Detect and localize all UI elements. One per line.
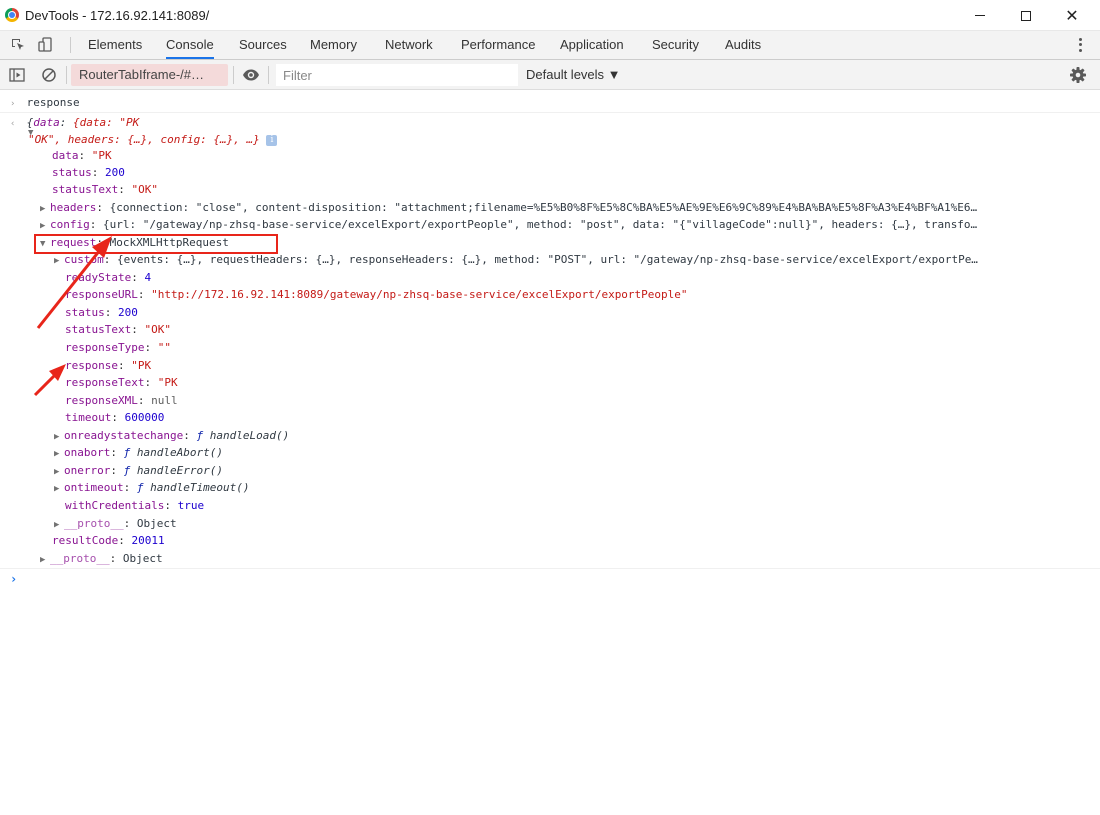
triangle-right-icon: ▶ (40, 552, 50, 567)
tab-console[interactable]: Console (166, 31, 214, 59)
prop-req-status: status: 200 (65, 304, 138, 321)
more-options-icon[interactable] (1074, 37, 1086, 53)
close-icon: ✕ (1065, 8, 1078, 24)
triangle-right-icon: ▶ (54, 517, 64, 532)
prop-withcredentials: withCredentials: true (65, 497, 204, 514)
summary-text-2: "OK", headers: {…}, config: {…}, …} (28, 133, 260, 146)
toolbar-separator (66, 66, 67, 84)
minimize-button[interactable] (957, 0, 1003, 31)
filter-input[interactable] (276, 64, 518, 86)
prop-proto-outer[interactable]: ▶ __proto__: Object (40, 550, 163, 567)
entry-separator (0, 112, 1100, 113)
prop-statustext: statusText: "OK" (52, 181, 158, 198)
summary-line-2: "OK", headers: {…}, config: {…}, …} (28, 133, 260, 146)
input-chevron-icon: › (10, 96, 20, 111)
triangle-right-icon: ▶ (54, 429, 64, 444)
tab-elements[interactable]: Elements (88, 31, 142, 59)
result-summary-cont[interactable]: "OK", headers: {…}, config: {…}, …} i (28, 131, 277, 148)
log-levels-dropdown[interactable]: Default levels ▼ (526, 67, 621, 82)
tab-audits[interactable]: Audits (725, 31, 761, 59)
triangle-right-icon: ▶ (54, 446, 64, 461)
device-toolbar-icon[interactable] (38, 37, 54, 53)
tab-network[interactable]: Network (385, 31, 433, 59)
prop-onabort[interactable]: ▶ onabort: ƒ handleAbort() (54, 444, 223, 461)
prop-responsetext: responseText: "PK       ÓQ   _rels/.re… (65, 374, 1072, 391)
chrome-logo-icon (5, 8, 19, 22)
triangle-right-icon: ▶ (54, 253, 64, 268)
tab-application[interactable]: Application (560, 31, 624, 59)
prop-onerror[interactable]: ▶ onerror: ƒ handleError() (54, 462, 223, 479)
live-expression-eye-icon[interactable] (242, 67, 260, 83)
console-toolbar: RouterTabIframe-/#… Default levels ▼ (0, 60, 1100, 90)
summary-text-1: {data: {data: "PK       ÓQ   _rels/.re… (10, 116, 811, 131)
prop-responsetype: responseType: "" (65, 339, 171, 356)
result-chevron-icon: ‹ (10, 116, 20, 131)
prop-responseurl: responseURL: "http://172.16.92.141:8089/… (65, 286, 688, 303)
tab-sources[interactable]: Sources (239, 31, 287, 59)
prop-ontimeout[interactable]: ▶ ontimeout: ƒ handleTimeout() (54, 479, 249, 496)
info-icon[interactable]: i (266, 135, 277, 146)
prop-status: status: 200 (52, 164, 125, 181)
toolbar-separator (268, 66, 269, 84)
inspect-element-icon[interactable] (10, 37, 26, 53)
tab-separator (70, 37, 71, 53)
console-output: › response ‹ {data: {data: "PK       Ó… (0, 91, 1100, 815)
prop-data: data: "PK       ÓQ   _rels/.rels   j 0… (52, 147, 1072, 164)
prop-onreadystatechange[interactable]: ▶ onreadystatechange: ƒ handleLoad() (54, 427, 289, 444)
tab-performance[interactable]: Performance (461, 31, 535, 59)
prop-proto-inner[interactable]: ▶ __proto__: Object (54, 515, 177, 532)
minimize-icon (975, 15, 985, 16)
triangle-right-icon: ▶ (54, 464, 64, 479)
prop-timeout: timeout: 600000 (65, 409, 164, 426)
context-selector[interactable]: RouterTabIframe-/#… (71, 64, 228, 86)
annotation-highlight-box (34, 234, 278, 254)
maximize-button[interactable] (1003, 0, 1049, 31)
tab-memory[interactable]: Memory (310, 31, 357, 59)
result-summary[interactable]: ‹ {data: {data: "PK       ÓQ   _rels/.… (10, 114, 811, 131)
prop-req-statustext: statusText: "OK" (65, 321, 171, 338)
maximize-icon (1021, 11, 1031, 21)
triangle-right-icon: ▶ (40, 218, 50, 233)
console-input-entry: › response (10, 94, 80, 111)
prop-response: response: "PK       ÓQ   _rels/.rels  … (65, 357, 1072, 374)
close-button[interactable]: ✕ (1049, 0, 1095, 31)
sidebar-toggle-icon[interactable] (9, 67, 25, 83)
tab-security[interactable]: Security (652, 31, 699, 59)
clear-console-icon[interactable] (41, 67, 57, 83)
prop-resultcode: resultCode: 20011 (52, 532, 165, 549)
console-prompt[interactable]: › (10, 571, 1090, 588)
command-text: response (27, 96, 80, 109)
entry-separator (0, 568, 1100, 569)
prop-responsexml: responseXML: null (65, 392, 178, 409)
prop-readystate: readyState: 4 (65, 269, 151, 286)
expand-arrow-result[interactable]: ▼ (28, 123, 38, 140)
prop-headers[interactable]: ▶ headers: {connection: "close", content-… (40, 199, 1072, 216)
prop-config[interactable]: ▶ config: {url: "/gateway/np-zhsq-base-se… (40, 216, 1072, 233)
console-settings-gear-icon[interactable] (1069, 66, 1087, 84)
triangle-right-icon: ▶ (54, 481, 64, 496)
devtools-tab-bar: Elements Console Sources Memory Network Perfo… (0, 31, 1100, 60)
triangle-down-icon: ▼ (28, 125, 38, 140)
window-title: DevTools - 172.16.92.141:8089/ (25, 8, 209, 23)
toolbar-separator (233, 66, 234, 84)
title-bar: DevTools - 172.16.92.141:8089/ ✕ (0, 0, 1100, 31)
prompt-chevron-icon: › (10, 571, 20, 588)
triangle-right-icon: ▶ (40, 201, 50, 216)
